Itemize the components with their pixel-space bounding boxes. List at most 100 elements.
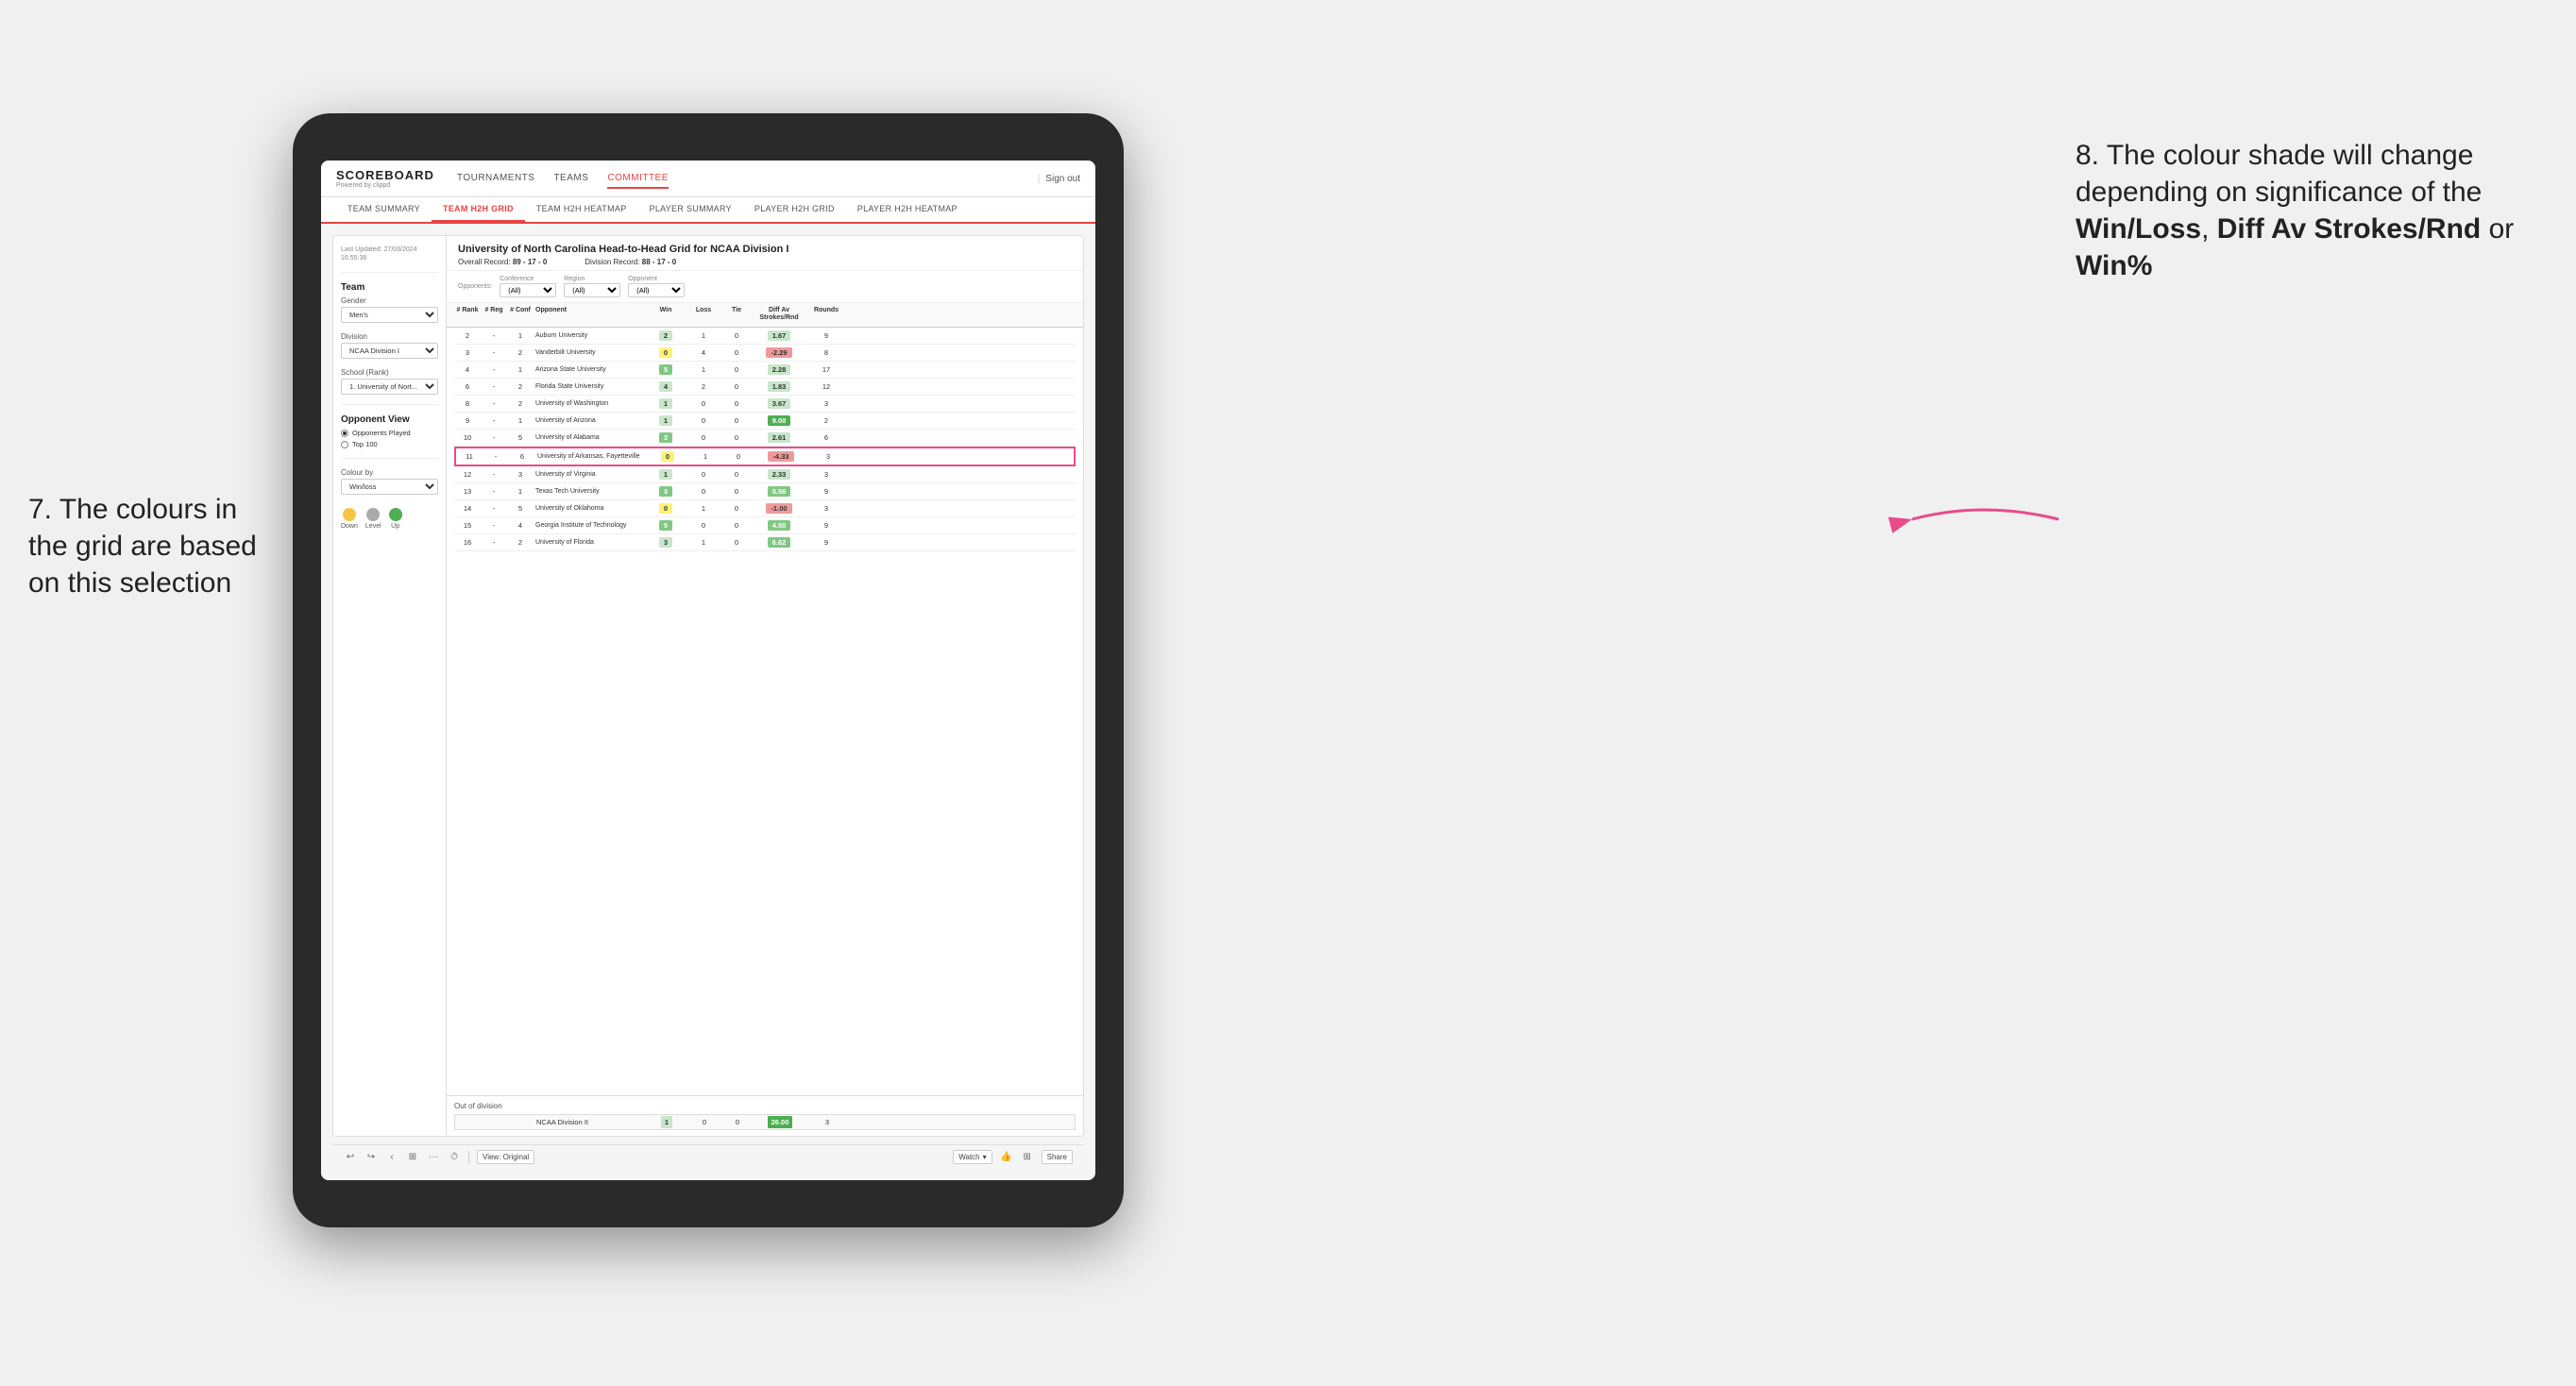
subnav-player-h2h-heatmap[interactable]: PLAYER H2H HEATMAP — [846, 197, 969, 222]
radio-dot-1 — [341, 430, 348, 437]
cell-win: 1 — [647, 413, 685, 429]
table-row: 6 - 2 Florida State University 4 2 0 1.8… — [454, 379, 1076, 396]
conference-select[interactable]: (All) — [500, 283, 556, 297]
radio-top100[interactable]: Top 100 — [341, 440, 438, 448]
cell-rounds: 6 — [807, 431, 845, 445]
cell-diff: -1.00 — [751, 500, 807, 516]
cell-rounds: 9 — [807, 518, 845, 532]
cell-diff: 1.83 — [751, 379, 807, 395]
thumbs-icon[interactable]: 👍 — [1000, 1151, 1013, 1164]
cell-conf: 5 — [507, 431, 534, 445]
cell-reg: - — [481, 363, 507, 377]
cell-rounds: 3 — [807, 397, 845, 411]
ood-reg — [482, 1120, 508, 1125]
cell-opponent: University of Alabama — [534, 431, 647, 444]
cell-conf: 5 — [507, 501, 534, 516]
undo-icon[interactable]: ↩ — [344, 1151, 357, 1164]
cell-rounds: 3 — [807, 501, 845, 516]
cell-reg: - — [481, 484, 507, 499]
cell-opponent: University of Florida — [534, 536, 647, 549]
division-select[interactable]: NCAA Division I — [341, 343, 438, 359]
cell-opponent: University of Arkansas, Fayetteville — [535, 450, 649, 463]
subnav-player-h2h-grid[interactable]: PLAYER H2H GRID — [743, 197, 846, 222]
cell-loss: 1 — [685, 501, 722, 516]
cell-diff: 1.67 — [751, 328, 807, 344]
watch-btn[interactable]: Watch▾ — [953, 1150, 991, 1164]
nav-tournaments[interactable]: TOURNAMENTS — [457, 169, 535, 189]
annotation-left: 7. The colours in the grid are based on … — [28, 491, 274, 601]
grid-icon[interactable]: ⊞ — [1021, 1151, 1034, 1164]
legend-dot-level — [366, 508, 380, 521]
dots-icon[interactable]: ··· — [427, 1151, 440, 1164]
cell-rounds: 3 — [809, 449, 847, 464]
cell-rank: 11 — [456, 449, 483, 464]
main-content: Last Updated: 27/03/2024 16:55:38 Team G… — [321, 224, 1095, 1180]
colour-by-label: Colour by — [341, 468, 438, 477]
col-headers: # Rank # Reg # Conf Opponent Win Loss Ti… — [447, 303, 1083, 328]
subnav-team-summary[interactable]: TEAM SUMMARY — [336, 197, 432, 222]
opponents-filter: Opponents: — [458, 283, 492, 290]
team-label: Team — [341, 282, 438, 293]
arrow-right-annotation — [1907, 496, 2059, 543]
cell-conf: 3 — [507, 467, 534, 482]
cell-conf: 2 — [507, 535, 534, 549]
cell-win: 0 — [647, 345, 685, 361]
col-win: Win — [647, 303, 685, 327]
redo-icon[interactable]: ↪ — [364, 1151, 378, 1164]
view-original-btn[interactable]: View: Original — [477, 1150, 534, 1164]
cell-reg: - — [481, 414, 507, 428]
region-select[interactable]: (All) — [564, 283, 620, 297]
cell-loss: 1 — [686, 449, 724, 464]
cell-loss: 0 — [685, 467, 722, 482]
subnav-team-h2h-grid[interactable]: TEAM H2H GRID — [432, 197, 525, 222]
cell-reg: - — [481, 329, 507, 343]
cell-opponent: University of Arizona — [534, 414, 647, 427]
gender-select[interactable]: Men's — [341, 307, 438, 323]
table-row: 15 - 4 Georgia Institute of Technology 5… — [454, 517, 1076, 534]
legend-down: Down — [341, 508, 358, 530]
nav-teams[interactable]: TEAMS — [553, 169, 588, 189]
school-rank-select[interactable]: 1. University of Nort... — [341, 379, 438, 395]
cell-conf: 2 — [507, 346, 534, 360]
table-row: 4 - 1 Arizona State University 5 1 0 2.2… — [454, 362, 1076, 379]
table-row: 16 - 2 University of Florida 3 1 0 6.62 … — [454, 534, 1076, 551]
ood-name: NCAA Division II — [534, 1115, 648, 1129]
cell-loss: 0 — [685, 414, 722, 428]
division-label: Division — [341, 332, 438, 341]
opponent-view-label: Opponent View — [341, 414, 438, 425]
cell-tie: 0 — [722, 380, 751, 394]
cell-rank: 15 — [454, 518, 481, 532]
cell-rank: 6 — [454, 380, 481, 394]
gender-label: Gender — [341, 296, 438, 305]
cell-tie: 0 — [722, 518, 751, 532]
subnav-team-h2h-heatmap[interactable]: TEAM H2H HEATMAP — [525, 197, 638, 222]
data-area: University of North Carolina Head-to-Hea… — [447, 236, 1083, 1136]
nav-back-icon[interactable]: ‹ — [385, 1151, 398, 1164]
cell-reg: - — [481, 346, 507, 360]
cell-rank: 3 — [454, 346, 481, 360]
sign-out-btn[interactable]: Sign out — [1045, 174, 1080, 184]
share-btn[interactable]: Share — [1042, 1150, 1073, 1164]
table-row: 10 - 5 University of Alabama 3 0 0 2.61 … — [454, 430, 1076, 447]
overall-record: Overall Record: 89 - 17 - 0 — [458, 258, 547, 266]
cell-win: 3 — [647, 534, 685, 550]
legend-level: Level — [365, 508, 381, 530]
out-of-division-section: Out of division NCAA Division II 1 0 0 — [447, 1095, 1083, 1136]
subnav-player-summary[interactable]: PLAYER SUMMARY — [638, 197, 743, 222]
nav-committee[interactable]: COMMITTEE — [607, 169, 669, 189]
cell-rank: 4 — [454, 363, 481, 377]
cell-loss: 1 — [685, 329, 722, 343]
colour-by-select[interactable]: Win/loss — [341, 479, 438, 495]
division-record: Division Record: 88 - 17 - 0 — [585, 258, 676, 266]
cell-loss: 0 — [685, 431, 722, 445]
opponent-select[interactable]: (All) — [628, 283, 685, 297]
cell-diff: -2.29 — [751, 345, 807, 361]
ood-rounds: 3 — [808, 1115, 846, 1129]
cell-reg: - — [481, 467, 507, 482]
copy-icon[interactable]: ⊞ — [406, 1151, 419, 1164]
cell-rank: 2 — [454, 329, 481, 343]
cell-tie: 0 — [722, 346, 751, 360]
col-conf: # Conf — [507, 303, 534, 327]
radio-opponents-played[interactable]: Opponents Played — [341, 429, 438, 437]
clock-icon[interactable]: ⏱ — [448, 1151, 461, 1164]
